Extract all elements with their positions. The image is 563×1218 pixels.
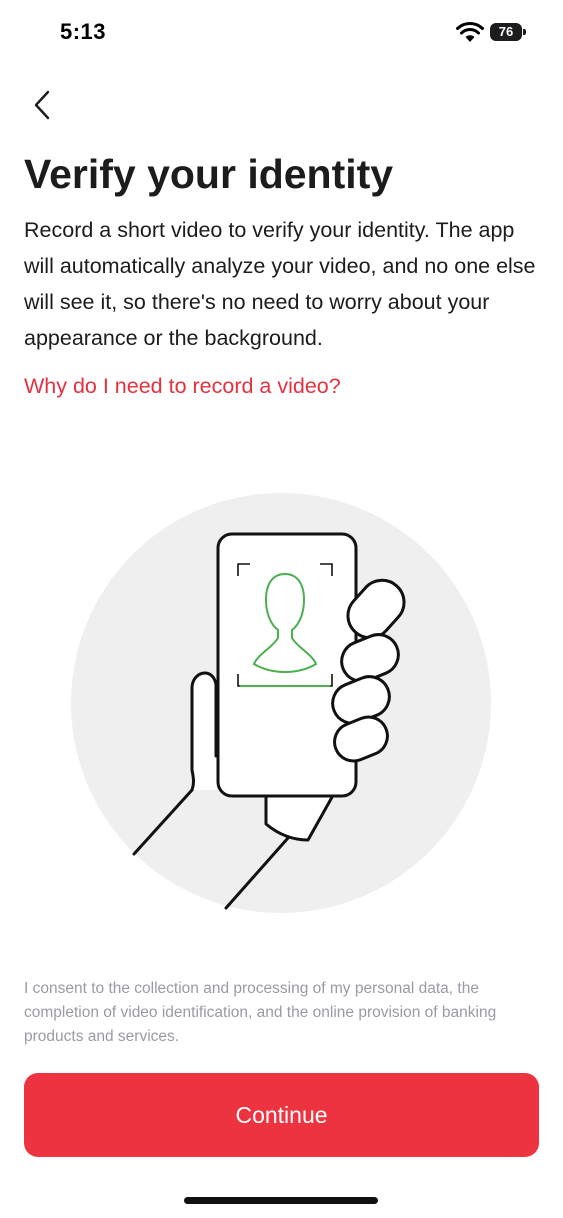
battery-icon: 76 [490, 21, 526, 43]
consent-text: I consent to the collection and processi… [24, 980, 497, 1045]
why-record-video-link[interactable]: Why do I need to record a video? [24, 370, 341, 402]
hand-holding-phone-illustration [71, 493, 491, 913]
back-button[interactable] [24, 85, 64, 125]
chevron-left-icon [34, 90, 50, 120]
battery-level: 76 [490, 23, 522, 41]
status-bar: 5:13 76 [0, 0, 563, 66]
home-indicator [184, 1197, 378, 1204]
wifi-icon [456, 21, 484, 42]
page-title: Verify your identity [24, 151, 394, 197]
status-time: 5:13 [60, 19, 107, 44]
continue-button[interactable]: Continue [24, 1073, 539, 1157]
description-text: Record a short video to verify your iden… [24, 218, 536, 350]
